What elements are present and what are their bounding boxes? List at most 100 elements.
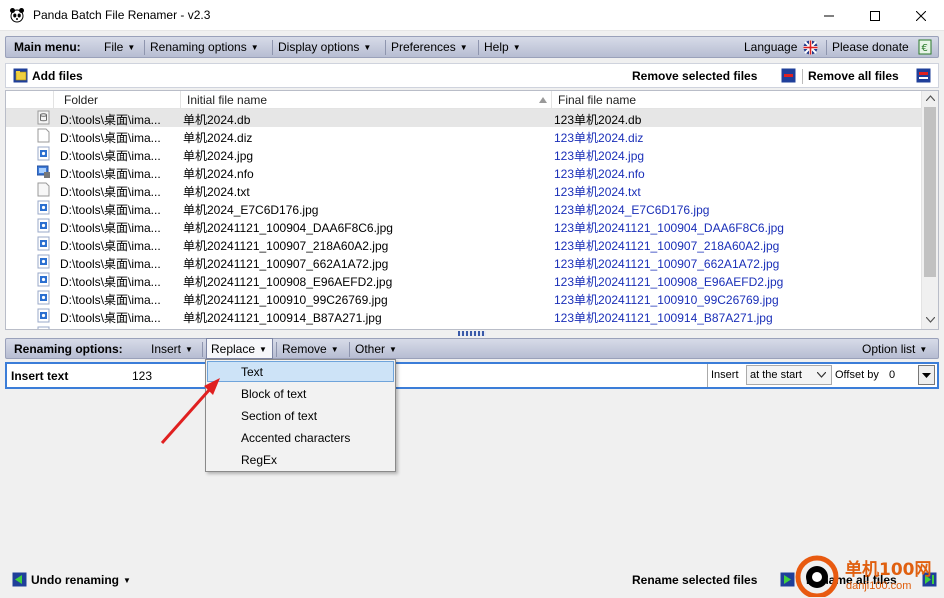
- panda-app-icon: [10, 8, 24, 23]
- renaming-insert-menu[interactable]: Insert ▼: [151, 342, 193, 356]
- vertical-scrollbar[interactable]: [921, 91, 938, 329]
- file-folder-cell: D:\tools\桌面\ima...: [60, 239, 161, 253]
- file-final-name-cell: 123单机2024.nfo: [554, 167, 645, 181]
- donate-button[interactable]: Please donate: [832, 40, 909, 54]
- replace-menu-regex[interactable]: RegEx: [207, 449, 394, 470]
- insert-position-label: Insert: [711, 369, 739, 381]
- close-button[interactable]: [898, 0, 944, 31]
- file-final-name-cell: 123单机2024.db: [554, 113, 642, 127]
- add-files-icon: [13, 68, 28, 83]
- file-row[interactable]: D:\tools\桌面\ima... 单机2024.db 123单机2024.db: [6, 109, 922, 127]
- file-initial-name-cell: 单机2024.db: [183, 113, 251, 127]
- menu-preferences[interactable]: Preferences ▼: [391, 40, 468, 54]
- add-files-button[interactable]: Add files: [32, 69, 83, 83]
- file-final-name-cell: 123单机2024_E7C6D176.jpg: [554, 203, 710, 217]
- file-row[interactable]: D:\tools\桌面\ima... 单机20241121_100907_662A…: [6, 253, 922, 271]
- file-initial-name-cell: 单机2024.txt: [183, 185, 250, 199]
- file-row[interactable]: D:\tools\桌面\ima... 单机2024.nfo 123单机2024.nf…: [6, 163, 922, 181]
- renaming-remove-menu[interactable]: Remove ▼: [282, 342, 339, 356]
- watermark: 单机100网 danji100.com: [795, 553, 940, 597]
- file-row[interactable]: D:\tools\桌面\ima... 单机2024.jpg 123单机2024.jp…: [6, 145, 922, 163]
- scroll-thumb[interactable]: [924, 107, 936, 277]
- rename-selected-files-button[interactable]: Rename selected files: [632, 573, 757, 587]
- option-list-menu[interactable]: Option list ▼: [862, 342, 927, 356]
- nfo-file-icon: [37, 165, 50, 178]
- db-file-icon: [37, 110, 50, 125]
- offset-dropdown-button[interactable]: [918, 365, 935, 385]
- file-toolbar: Add files Remove selected files Remove a…: [5, 63, 939, 88]
- file-initial-name-cell: 单机2024.jpg: [183, 149, 254, 163]
- file-final-name-cell: 123单机20241121_100918_C2E7E1.jpg: [554, 327, 768, 329]
- file-folder-cell: D:\tools\桌面\ima...: [60, 167, 161, 181]
- file-list[interactable]: Folder Initial file name Final file name…: [5, 90, 939, 330]
- file-row[interactable]: D:\tools\桌面\ima... 单机20241121_100908_E96A…: [6, 271, 922, 289]
- file-final-name-cell: 123单机20241121_100910_99C26769.jpg: [554, 293, 779, 307]
- minimize-button[interactable]: [806, 0, 852, 31]
- file-initial-name-cell: 单机20241121_100910_99C26769.jpg: [183, 293, 388, 307]
- close-icon: [916, 10, 926, 21]
- file-row[interactable]: D:\tools\桌面\ima... 单机20241121_100914_B87A…: [6, 307, 922, 325]
- window-title: Panda Batch File Renamer - v2.3: [33, 8, 211, 22]
- file-row[interactable]: D:\tools\桌面\ima... 单机2024.diz 123单机2024.di…: [6, 127, 922, 145]
- renaming-options-label: Renaming options:: [14, 342, 123, 356]
- watermark-logo-icon: [795, 555, 839, 597]
- scroll-up-icon[interactable]: [926, 95, 935, 101]
- image-file-icon: [37, 308, 50, 323]
- menu-file[interactable]: File ▼: [104, 40, 135, 54]
- menu-renaming-options[interactable]: Renaming options ▼: [150, 40, 259, 54]
- image-file-icon: [37, 326, 50, 329]
- image-file-icon: [37, 290, 50, 305]
- menu-help[interactable]: Help ▼: [484, 40, 521, 54]
- menu-display-options[interactable]: Display options ▼: [278, 40, 371, 54]
- maximize-button[interactable]: [852, 0, 898, 31]
- file-initial-name-cell: 单机20241121_100914_B87A271.jpg: [183, 311, 382, 325]
- file-row[interactable]: D:\tools\桌面\ima... 单机2024_E7C6D176.jpg 123…: [6, 199, 922, 217]
- replace-dropdown-menu: Text Block of text Section of text Accen…: [205, 359, 396, 472]
- replace-menu-accented-characters[interactable]: Accented characters: [207, 427, 394, 448]
- splitter-grip[interactable]: [458, 331, 486, 336]
- maximize-icon: [870, 10, 880, 21]
- image-file-icon: [37, 272, 50, 287]
- file-folder-cell: D:\tools\桌面\ima...: [60, 293, 161, 307]
- replace-menu-block-of-text[interactable]: Block of text: [207, 383, 394, 404]
- offset-input[interactable]: 0: [889, 369, 895, 381]
- minimize-icon: [824, 15, 834, 16]
- undo-icon: [12, 572, 27, 587]
- file-folder-cell: D:\tools\桌面\ima...: [60, 131, 161, 145]
- renaming-other-menu[interactable]: Other ▼: [355, 342, 397, 356]
- insert-text-label: Insert text: [11, 369, 69, 383]
- title-bar: Panda Batch File Renamer - v2.3: [0, 0, 944, 31]
- renaming-replace-menu[interactable]: Replace ▼: [206, 338, 273, 359]
- column-initial-file-name[interactable]: Initial file name: [187, 93, 267, 107]
- file-folder-cell: D:\tools\桌面\ima...: [60, 185, 161, 199]
- scroll-down-icon[interactable]: [926, 317, 935, 323]
- file-row[interactable]: D:\tools\桌面\ima... 单机20241121_100904_DAA6…: [6, 217, 922, 235]
- replace-menu-section-of-text[interactable]: Section of text: [207, 405, 394, 426]
- remove-selected-files-button[interactable]: Remove selected files: [632, 69, 757, 83]
- chevron-down-icon: [817, 372, 826, 378]
- column-final-file-name[interactable]: Final file name: [558, 93, 636, 107]
- column-folder[interactable]: Folder: [64, 93, 98, 107]
- file-row[interactable]: D:\tools\桌面\ima... 单机20241121_100910_99C2…: [6, 289, 922, 307]
- insert-position-select[interactable]: at the start: [746, 365, 832, 385]
- annotation-arrow-icon: [160, 378, 220, 444]
- file-initial-name-cell: 单机20241121_100918_C2E7E1.jpg: [183, 327, 377, 329]
- offset-label: Offset by: [835, 369, 879, 381]
- image-file-icon: [37, 146, 50, 161]
- file-folder-cell: D:\tools\桌面\ima...: [60, 113, 161, 127]
- file-folder-cell: D:\tools\桌面\ima...: [60, 311, 161, 325]
- undo-renaming-button[interactable]: Undo renaming ▼: [31, 573, 131, 587]
- file-folder-cell: D:\tools\桌面\ima...: [60, 257, 161, 271]
- replace-menu-text[interactable]: Text: [207, 361, 394, 382]
- file-row[interactable]: D:\tools\桌面\ima... 单机20241121_100918_C2E7…: [6, 325, 922, 329]
- file-folder-cell: D:\tools\桌面\ima...: [60, 221, 161, 235]
- file-row[interactable]: D:\tools\桌面\ima... 单机2024.txt 123单机2024.tx…: [6, 181, 922, 199]
- file-final-name-cell: 123单机20241121_100908_E96AEFD2.jpg: [554, 275, 784, 289]
- remove-all-files-button[interactable]: Remove all files: [808, 69, 899, 83]
- file-final-name-cell: 123单机2024.txt: [554, 185, 641, 199]
- triangle-down-icon: [922, 373, 931, 378]
- file-row[interactable]: D:\tools\桌面\ima... 单机20241121_100907_218A…: [6, 235, 922, 253]
- image-file-icon: [37, 236, 50, 251]
- file-folder-cell: D:\tools\桌面\ima...: [60, 203, 161, 217]
- language-button[interactable]: Language: [744, 40, 797, 54]
